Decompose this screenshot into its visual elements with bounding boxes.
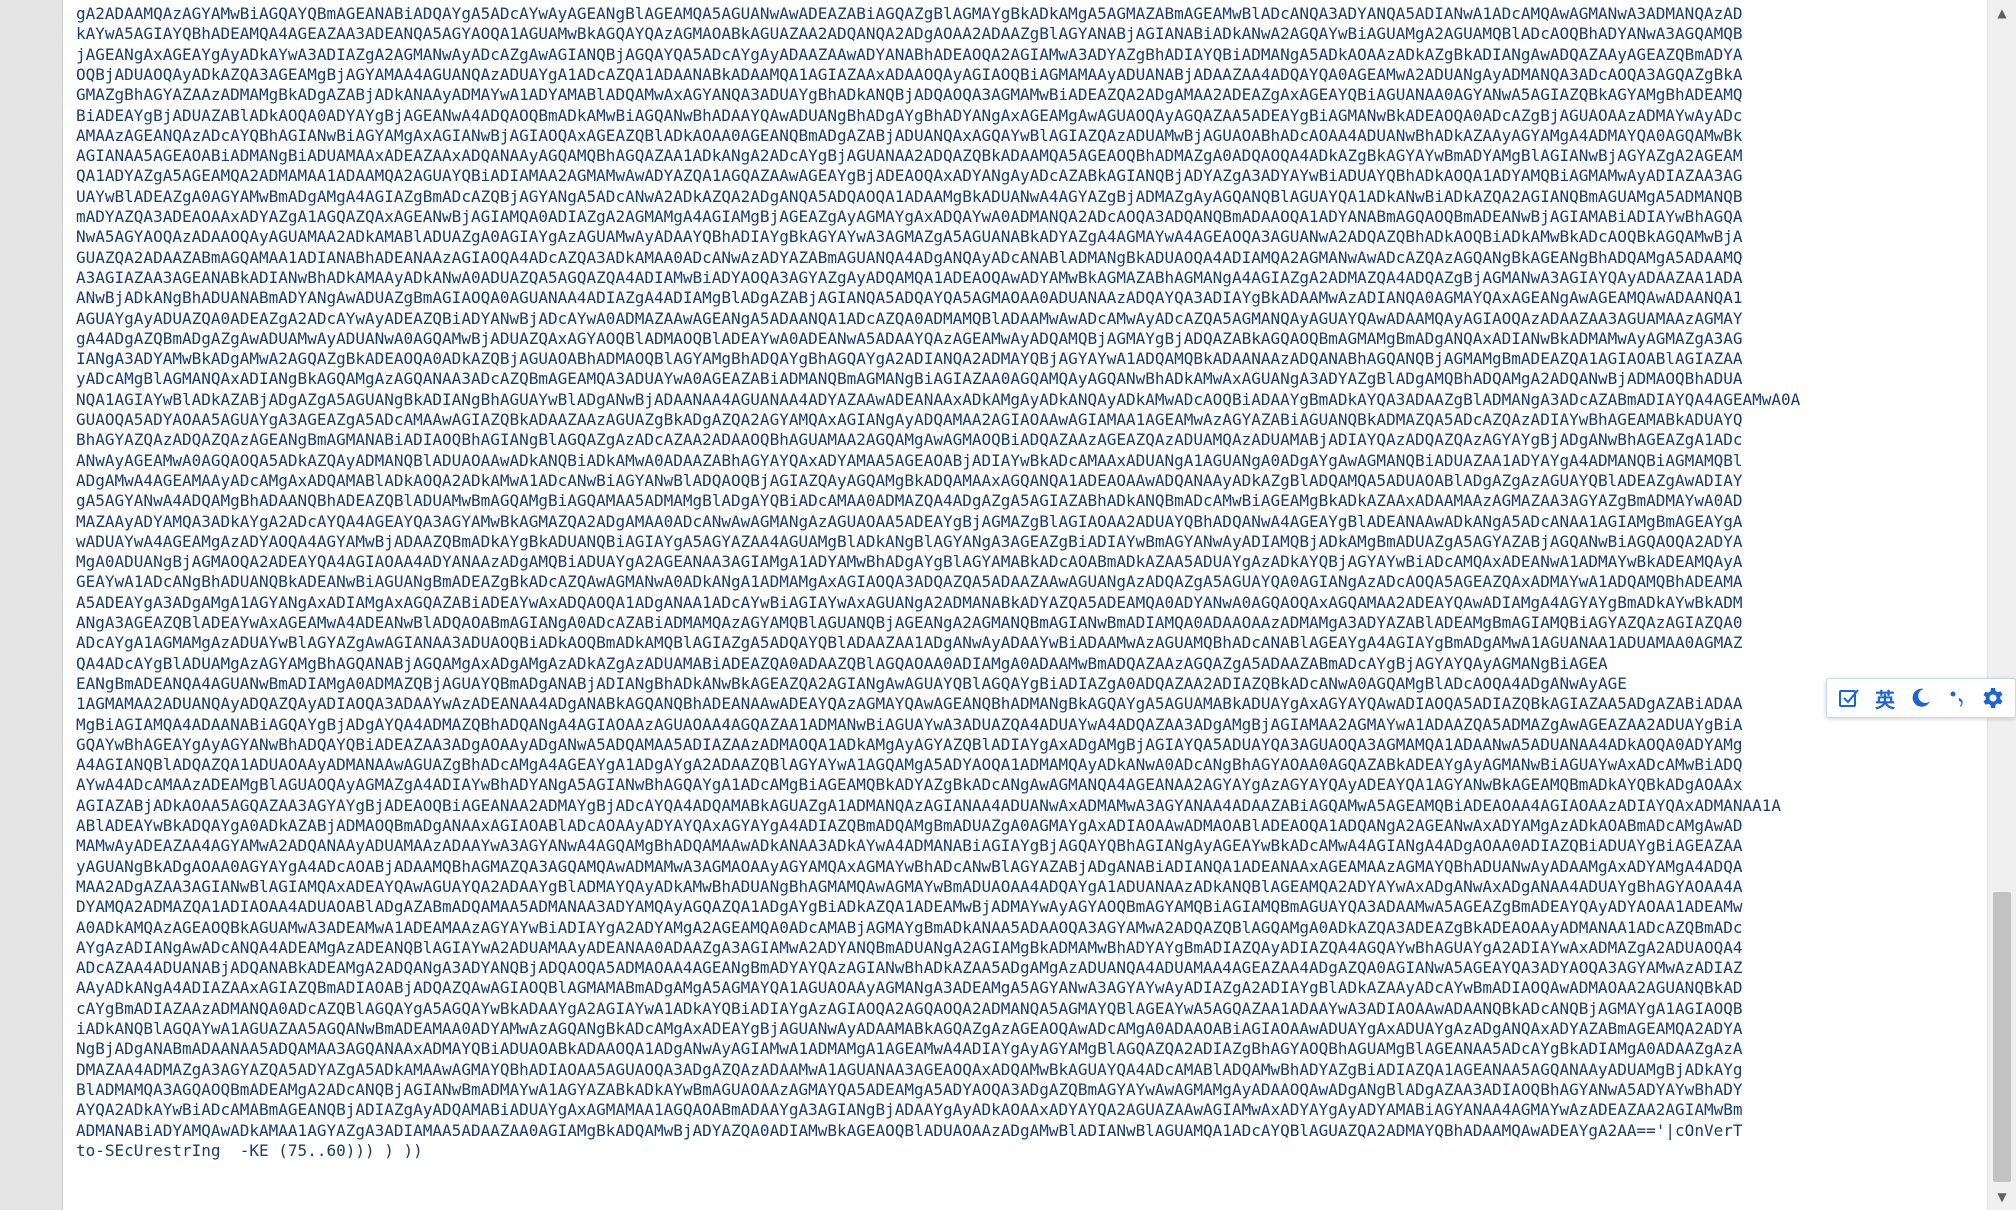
code-line: GQAYwBhAGEAYgAyAGYANwBhADQAYQBiADEAZAA3A… — [76, 734, 1743, 754]
code-line: AMAAzAGEANQAzADcAYQBhAGIANwBiAGYAMgAxAGI… — [76, 125, 1743, 145]
code-line: yADcAMgBlAGMANQAxADIANgBkAGQAMgAzAGQANAA… — [76, 369, 1743, 389]
code-line: A3AGIAZAA3AGEANABkADIANwBhADkAMAAyADkANw… — [76, 267, 1743, 287]
code-line: mADYAZQA3ADEAOAAxADYAZgA1AGQAZQAxAGEANwB… — [76, 207, 1743, 226]
code-line: ADcAZAA4ADUANABjADQANABkADEAMgA2ADQANgA3… — [76, 958, 1743, 978]
scroll-down-arrow-icon[interactable]: ▼ — [1988, 1184, 2016, 1210]
code-line: AGUAYgAyADUAZQA0ADEAZgA2ADcAYwAyADEAZQBi… — [76, 308, 1743, 328]
ime-language-toggle[interactable]: 英 — [1869, 682, 1901, 714]
vertical-scrollbar[interactable]: ▲ ▼ — [1987, 0, 2016, 1210]
ime-language-label: 英 — [1875, 687, 1895, 712]
code-line: gA4ADgAZQBmADgAZgAwADUAMwAyADUANwA0AGQAM… — [76, 328, 1743, 348]
code-line: ADcAYgA1AGMAMgAzADUAYwBlAGYAZgAwAGIANAA3… — [76, 633, 1743, 653]
code-line: AGIANAA5AGEAOABiADMANgBiADUAMAAxADEAZAAx… — [76, 146, 1743, 166]
code-line: AGIAZABjADkAOAA5AGQAZAA3AGYAYgBjADEAOQBi… — [76, 795, 1782, 815]
code-line: GMAZgBhAGYAZAAzADMAMgBkADgAZABjADkANAAyA… — [76, 85, 1743, 105]
code-line: AAyADkANgA4ADIAZAAxAGIAZQBmADIAOABjADQAZ… — [76, 978, 1743, 998]
punctuation-icon[interactable] — [1941, 682, 1973, 714]
scrollbar-thumb[interactable] — [1993, 892, 2011, 1182]
code-line: DYAMQA2ADMAZQA1ADIAOAA4ADUAOABlADgAZABmA… — [76, 897, 1743, 917]
code-line: kAYwA5AGIAYQBhADEAMQA4AGEAZAA3ADEANQA5AG… — [76, 24, 1743, 44]
code-line: NQA1AGIAYwBlADkAZABjADgAZgA5AGUANgBkADIA… — [76, 389, 1801, 409]
code-line: wADUAYwA4AGEAMgAzADYAOQA4AGYAMwBjADAAZQB… — [76, 531, 1743, 551]
code-line: ADgAMwA4AGEAMAAyADcAMgAxADQAMABlADkAOQA2… — [76, 470, 1743, 490]
line-number-gutter — [0, 0, 63, 1210]
scroll-up-arrow-icon[interactable]: ▲ — [1988, 0, 2016, 26]
code-line: UAYwBlADEAZgA0AGYAMwBmADgAMgA4AGIAZgBmAD… — [76, 186, 1743, 206]
gear-icon[interactable] — [1977, 682, 2009, 714]
code-line: DMAZAA4ADMAZgA3AGYAZQA5ADYAZgA5ADkAMAAwA… — [76, 1059, 1743, 1079]
code-line: GUAOQA5ADYAOAA5AGUAYgA3AGEAZgA5ADcAMAAwA… — [76, 410, 1743, 429]
ime-checkbox-icon[interactable] — [1833, 682, 1865, 714]
text-editor-window: gA2ADAAMQAzAGYAMwBiAGQAYQBmAGEANABiADQAY… — [0, 0, 2016, 1210]
code-line: ADMANABiADYAMQAwADkAMAA1AGYAZgA3ADIAMAA5… — [76, 1120, 1743, 1140]
editor-text-area[interactable]: gA2ADAAMQAzAGYAMwBiAGQAYQBmAGEANABiADQAY… — [63, 0, 1988, 1210]
code-line: gA5AGYANwA4ADQAMgBhADAANQBhADEAZQBlADUAM… — [76, 491, 1743, 511]
code-line: MAMwAyADEAZAA4AGYAMwA2ADQANAAyADUAMAAzAD… — [76, 836, 1743, 856]
code-line: NwA5AGYAOQAzADAAOQAyAGUAMAA2ADkAMABlADUA… — [76, 227, 1743, 247]
code-line: BlADMAMQA3AGQAOQBmADEAMgA2ADcANQBjAGIANw… — [76, 1079, 1743, 1099]
code-line: ANgA3AGEAZQBlADEAYwAxAGEAMwA4ADEANwBlADQ… — [76, 613, 1743, 632]
code-line: ANwAyAGEAMwA0AGQAOQA5ADkAZQAyADMANQBlADU… — [76, 450, 1743, 470]
code-line: QA4ADcAYgBlADUAMgAzAGYAMgBhAGQANABjAGQAM… — [76, 653, 1608, 673]
code-line: BiADEAYgBjADUAZABlADkAOQA0ADYAYgBjAGEANw… — [76, 105, 1743, 125]
code-line: MAZAAyADYAMQA3ADkAYgA2ADcAYQA4AGEAYQA3AG… — [76, 511, 1743, 531]
code-line: 1AGMAMAA2ADUANQAyADQAZQAyADIAOQA3ADAAYwA… — [76, 694, 1743, 714]
code-line: AYQA2ADkAYwBiADcAMABmAGEANQBjADIAZgAyADQ… — [76, 1100, 1743, 1120]
code-line: yAGUANgBkADgAOAA0AGYAYgA4ADcAOABjADAAMQB… — [76, 856, 1743, 876]
code-line: GUAZQA2ADAAZABmAGQAMAA1ADIANABhADEANAAzA… — [76, 247, 1743, 267]
code-line: NgBjADgANABmADAANAA5ADQAMAA3AGQANAAxADMA… — [76, 1039, 1743, 1059]
code-line: jAGEANgAxAGEAYgAyADkAYwA3ADIAZgA2AGMANwA… — [76, 44, 1743, 64]
code-line: GEAYwA1ADcANgBhADUANQBkADEANwBiAGUANgBmA… — [76, 572, 1743, 592]
code-line: ANwBjADkANgBhADUANABmADYANgAwADUAZgBmAGI… — [76, 288, 1743, 308]
code-line: OQBjADUAOQAyADkAZQA3AGEAMgBjAGYAMAA4AGUA… — [76, 64, 1743, 84]
code-line: cAYgBmADIAZAAzADMANQA0ADcAZQBlAGQAYgA5AG… — [76, 998, 1743, 1018]
code-line: A0ADkAMQAzAGEAOQBkAGUAMwA3ADEAMwA1ADEAMA… — [76, 917, 1743, 937]
code-line: IANgA3ADYAMwBkADgAMwA2AGQAZgBkADEAOQA0AD… — [76, 349, 1743, 369]
code-line: MgA0ADUANgBjAGMAOQA2ADEAYQA4AGIAOAA4ADYA… — [76, 552, 1743, 572]
code-line: gA2ADAAMQAzAGYAMwBiAGQAYQBmAGEANABiADQAY… — [76, 4, 1743, 23]
code-line: BhAGYAZQAzADQAZQAzAGEANgBmAGMANABiADIAOQ… — [76, 430, 1743, 450]
code-line: ABlADEAYwBkADQAYgA0ADkAZABjADMAOQBmADgAN… — [76, 816, 1743, 835]
code-line: MAA2ADgAZAA3AGIANwBlAGIAMQAxADEAYQAwAGUA… — [76, 876, 1743, 896]
code-line: iADkANQBlAGQAYwA1AGUAZAA5AGQANwBmADEAMAA… — [76, 1019, 1743, 1038]
code-line: AYgAzADIANgAwADcANQA4ADEAMgAzADEANQBlAGI… — [76, 937, 1743, 957]
code-line: to-SEcUrestrIng -KE (75..60))) ) )) — [76, 1140, 423, 1160]
code-line: MgBiAGIAMQA4ADAANABiAGQAYgBjADgAYQA4ADMA… — [76, 714, 1743, 734]
code-line: A4AGIANQBlADQAZQA1ADUAOAAyADMANAAwAGUAZg… — [76, 755, 1743, 775]
code-line: AYwA4ADcAMAAzADEAMgBlAGUAOQAyAGMAZgA4ADI… — [76, 775, 1743, 795]
ime-toolbar: 英 — [1826, 678, 2016, 718]
code-line: QA1ADYAZgA5AGEAMQA2ADMAMAA1ADAAMQA2AGUAY… — [76, 166, 1743, 186]
code-line: A5ADEAYgA3ADgAMgA1AGYANgAxADIAMgAxAGQAZA… — [76, 592, 1743, 612]
code-line: EANgBmADEANQA4AGUANwBmADIAMgA0ADMAZQBjAG… — [76, 673, 1627, 693]
moon-icon[interactable] — [1905, 682, 1937, 714]
